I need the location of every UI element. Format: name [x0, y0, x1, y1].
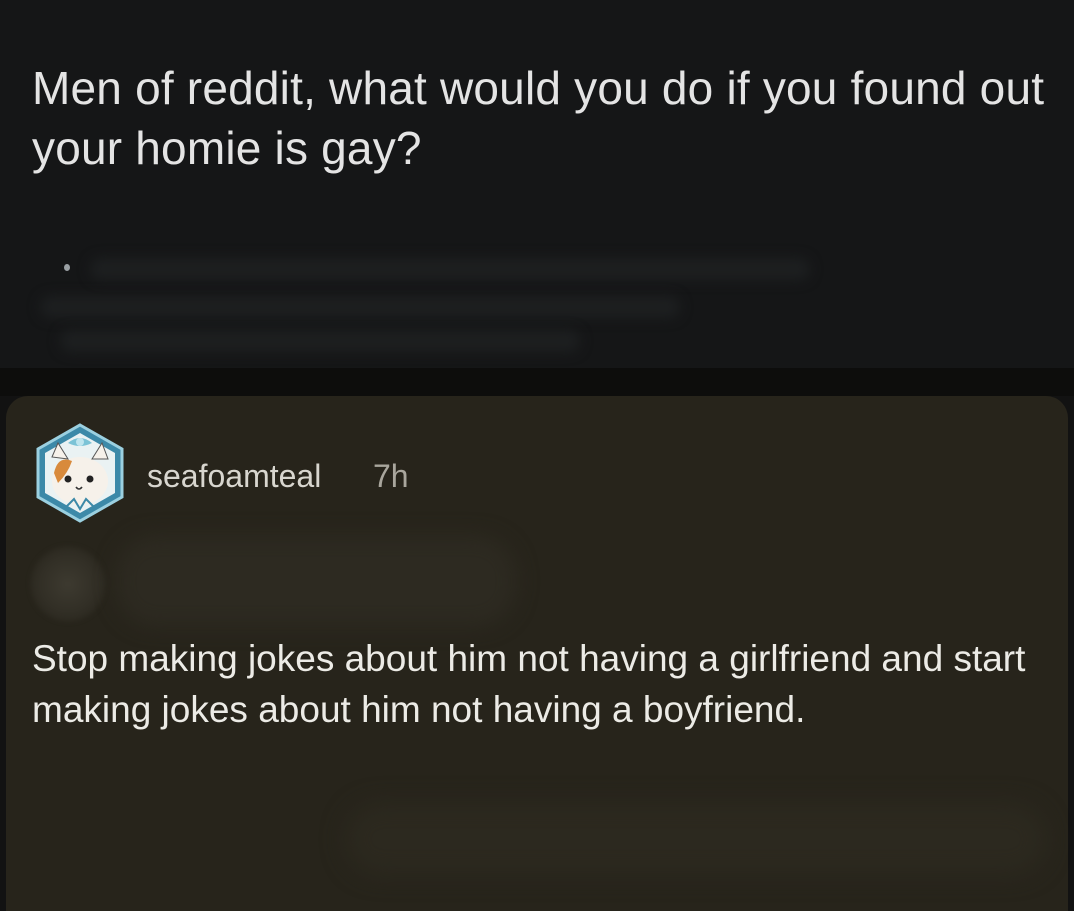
post-comment-divider [0, 368, 1074, 396]
post-body-blurred-line [60, 330, 580, 352]
comment-body: Stop making jokes about him not having a… [32, 638, 1026, 730]
post-card[interactable]: Men of reddit, what would you do if you … [0, 0, 1074, 368]
post-body-blurred-line [40, 296, 680, 318]
blurred-flair [116, 536, 516, 626]
comment-timestamp: 7h [373, 458, 409, 494]
comment-username[interactable]: seafoamteal [147, 456, 321, 496]
post-title[interactable]: Men of reddit, what would you do if you … [32, 58, 1052, 178]
post-body-bullet [64, 264, 70, 271]
comment-card: seafoamteal 7h Stop making jokes about h… [6, 396, 1068, 911]
blurred-award-icon [30, 546, 106, 622]
cat-avatar-icon[interactable] [28, 421, 132, 525]
screenshot-page: Men of reddit, what would you do if you … [0, 0, 1074, 911]
post-body-blurred-line [90, 258, 810, 280]
blurred-comment-actions [346, 804, 1046, 874]
